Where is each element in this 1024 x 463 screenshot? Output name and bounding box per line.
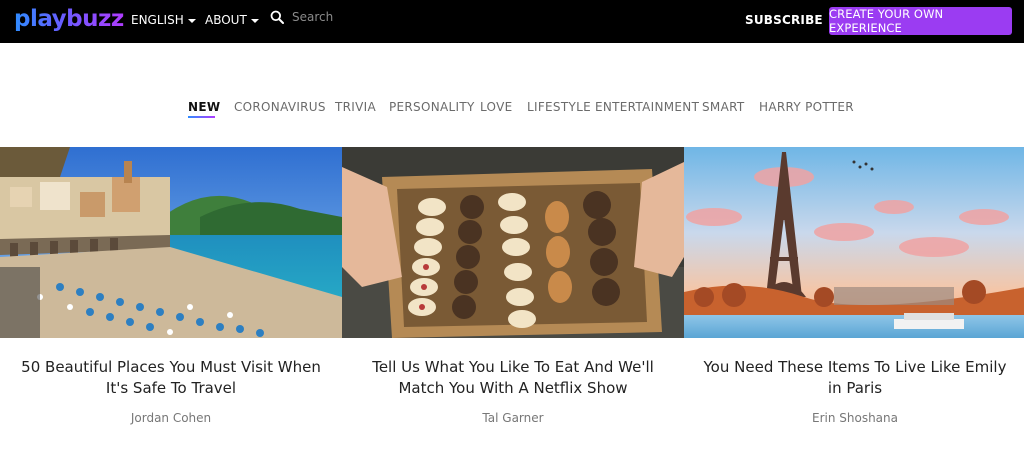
chevron-down-icon (187, 18, 196, 23)
about-dropdown-label: ABOUT (205, 13, 247, 27)
language-dropdown[interactable]: ENGLISH (131, 13, 196, 27)
chevron-down-icon (250, 18, 259, 23)
subscribe-link[interactable]: SUBSCRIBE (745, 13, 823, 27)
category-tabs: NEW CORONAVIRUS TRIVIA PERSONALITY LOVE … (0, 100, 1024, 120)
playbuzz-logo[interactable]: playbuzz (14, 6, 124, 32)
tab-harry-potter[interactable]: HARRY POTTER (759, 100, 854, 114)
search-icon[interactable] (270, 10, 284, 24)
active-tab-indicator (188, 116, 215, 118)
article-card[interactable]: Tell Us What You Like To Eat And We'll M… (342, 147, 684, 463)
article-title[interactable]: 50 Beautiful Places You Must Visit When … (12, 357, 330, 399)
article-author: Jordan Cohen (130, 411, 212, 425)
tab-coronavirus[interactable]: CORONAVIRUS (234, 100, 326, 114)
tab-trivia[interactable]: TRIVIA (335, 100, 376, 114)
article-card[interactable]: You Need These Items To Live Like Emily … (684, 147, 1024, 463)
top-navigation-bar: playbuzz ENGLISH ABOUT SUBSCRIBE CREATE … (0, 0, 1024, 43)
eiffel-tower-sunset-photo[interactable] (684, 147, 1024, 338)
about-dropdown[interactable]: ABOUT (205, 13, 259, 27)
coastal-town-beach-photo[interactable] (0, 147, 342, 338)
article-title[interactable]: You Need These Items To Live Like Emily … (696, 357, 1014, 399)
tab-personality[interactable]: PERSONALITY (389, 100, 475, 114)
article-card[interactable]: 50 Beautiful Places You Must Visit When … (0, 147, 342, 463)
search-input[interactable] (292, 10, 452, 24)
search-box (270, 10, 452, 24)
tab-love[interactable]: LOVE (480, 100, 512, 114)
article-author: Erin Shoshana (811, 411, 898, 425)
box-of-cookies-photo[interactable] (342, 147, 684, 338)
create-experience-button[interactable]: CREATE YOUR OWN EXPERIENCE (829, 7, 1012, 35)
tab-lifestyle[interactable]: LIFESTYLE (527, 100, 591, 114)
language-dropdown-label: ENGLISH (131, 13, 184, 27)
tab-entertainment[interactable]: ENTERTAINMENT (595, 100, 699, 114)
tab-smart[interactable]: SMART (702, 100, 744, 114)
article-title[interactable]: Tell Us What You Like To Eat And We'll M… (354, 357, 672, 399)
tab-new[interactable]: NEW (188, 100, 220, 114)
article-author: Tal Garner (482, 411, 544, 425)
